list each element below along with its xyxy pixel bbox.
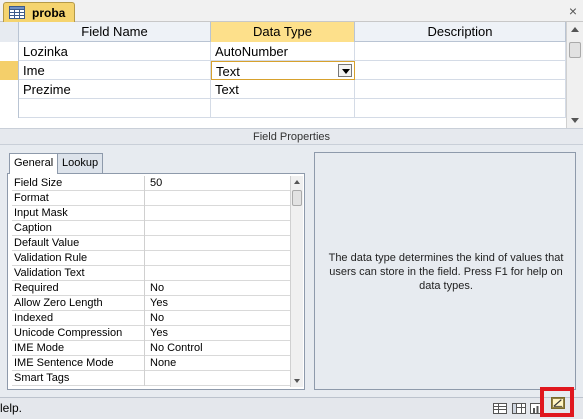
field-name-cell[interactable]: [19, 99, 211, 118]
grid-corner[interactable]: [0, 22, 19, 42]
property-value[interactable]: [148, 251, 288, 266]
header-field-name[interactable]: Field Name: [19, 22, 211, 42]
description-cell[interactable]: [355, 99, 566, 118]
property-row: Unicode Compression Yes: [12, 326, 290, 341]
grid-scrollbar[interactable]: [566, 22, 583, 128]
header-description[interactable]: Description: [355, 22, 566, 42]
property-value[interactable]: No: [148, 311, 288, 326]
property-row: Indexed No: [12, 311, 290, 326]
document-tab-bar: proba ×: [0, 0, 583, 22]
property-value[interactable]: [148, 191, 288, 206]
field-name-cell[interactable]: Prezime: [19, 80, 211, 99]
description-cell[interactable]: [355, 80, 566, 99]
property-value[interactable]: [148, 236, 288, 251]
property-value[interactable]: No: [148, 281, 288, 296]
datasheet-view-icon[interactable]: [492, 401, 508, 416]
property-list: Field Size 50 Format Input Mask Caption Defau…: [12, 176, 290, 386]
document-tab-label: proba: [32, 6, 66, 20]
data-type-combo[interactable]: Text: [211, 61, 355, 80]
table-row: Ime Text: [0, 61, 566, 80]
property-value[interactable]: [148, 221, 288, 236]
property-name: IME Sentence Mode: [12, 356, 145, 371]
property-name: Caption: [12, 221, 145, 236]
row-selector[interactable]: [0, 42, 19, 61]
help-text: The data type determines the kind of val…: [328, 252, 564, 292]
property-name: Format: [12, 191, 145, 206]
property-row: IME Mode No Control: [12, 341, 290, 356]
design-view-icon[interactable]: [551, 397, 565, 409]
scroll-up-icon[interactable]: [571, 27, 579, 32]
scroll-thumb[interactable]: [569, 42, 581, 58]
description-cell[interactable]: [355, 42, 566, 61]
table-row: [0, 99, 566, 118]
field-name-cell[interactable]: Lozinka: [19, 42, 211, 61]
property-value[interactable]: Yes: [148, 326, 288, 341]
property-row: IME Sentence Mode None: [12, 356, 290, 371]
property-name: Smart Tags: [12, 371, 145, 386]
property-row: Smart Tags: [12, 371, 290, 386]
design-view-highlight: [540, 387, 574, 417]
property-name: Field Size: [12, 176, 145, 191]
property-name: Indexed: [12, 311, 145, 326]
row-selector[interactable]: [0, 80, 19, 99]
property-value[interactable]: None: [148, 356, 288, 371]
description-cell[interactable]: [355, 61, 566, 80]
document-tab[interactable]: proba: [3, 2, 75, 22]
property-row: Required No: [12, 281, 290, 296]
property-name: Input Mask: [12, 206, 145, 221]
field-properties-pane: General Lookup Field Size 50 Format Input M…: [0, 145, 583, 397]
chevron-down-icon[interactable]: [338, 64, 352, 77]
pivot-table-view-icon[interactable]: [511, 401, 527, 416]
data-type-cell[interactable]: [211, 99, 355, 118]
row-selector[interactable]: [0, 61, 19, 80]
grid-header: Field Name Data Type Description: [0, 22, 566, 42]
header-data-type[interactable]: Data Type: [211, 22, 355, 42]
tab-general[interactable]: General: [9, 153, 59, 174]
data-type-cell[interactable]: Text: [211, 80, 355, 99]
property-name: Allow Zero Length: [12, 296, 145, 311]
property-row: Field Size 50: [12, 176, 290, 191]
field-name-cell[interactable]: Ime: [19, 61, 211, 80]
property-value[interactable]: Yes: [148, 296, 288, 311]
property-name: Validation Text: [12, 266, 145, 281]
scroll-down-icon[interactable]: [294, 379, 300, 383]
property-name: IME Mode: [12, 341, 145, 356]
property-name: Required: [12, 281, 145, 296]
property-row: Caption: [12, 221, 290, 236]
data-type-cell[interactable]: AutoNumber: [211, 42, 355, 61]
property-value[interactable]: [148, 266, 288, 281]
property-row: Validation Rule: [12, 251, 290, 266]
close-document-icon[interactable]: ×: [569, 3, 577, 19]
property-row: Allow Zero Length Yes: [12, 296, 290, 311]
table-design-grid: Field Name Data Type Description Lozinka…: [0, 22, 583, 128]
row-selector[interactable]: [0, 99, 19, 118]
property-value[interactable]: [148, 206, 288, 221]
scroll-thumb[interactable]: [292, 190, 302, 206]
tab-lookup[interactable]: Lookup: [57, 153, 104, 173]
property-name: Default Value: [12, 236, 145, 251]
table-row: Prezime Text: [0, 80, 566, 99]
status-text: lelp.: [0, 401, 23, 415]
status-bar: lelp.: [0, 397, 583, 419]
property-name: Unicode Compression: [12, 326, 145, 341]
property-name: Validation Rule: [12, 251, 145, 266]
data-type-value: Text: [216, 64, 240, 79]
scroll-down-icon[interactable]: [571, 118, 579, 123]
property-row: Format: [12, 191, 290, 206]
property-value[interactable]: [148, 371, 288, 386]
table-row: Lozinka AutoNumber: [0, 42, 566, 61]
properties-scrollbar[interactable]: [290, 176, 303, 387]
table-icon: [9, 6, 25, 19]
property-row: Validation Text: [12, 266, 290, 281]
scroll-up-icon[interactable]: [294, 180, 300, 184]
general-properties: Field Size 50 Format Input Mask Caption Defau…: [7, 173, 305, 390]
property-row: Default Value: [12, 236, 290, 251]
field-properties-bar: Field Properties: [0, 128, 583, 145]
help-panel: The data type determines the kind of val…: [314, 152, 576, 390]
property-row: Input Mask: [12, 206, 290, 221]
property-value[interactable]: 50: [148, 176, 288, 191]
property-value[interactable]: No Control: [148, 341, 288, 356]
